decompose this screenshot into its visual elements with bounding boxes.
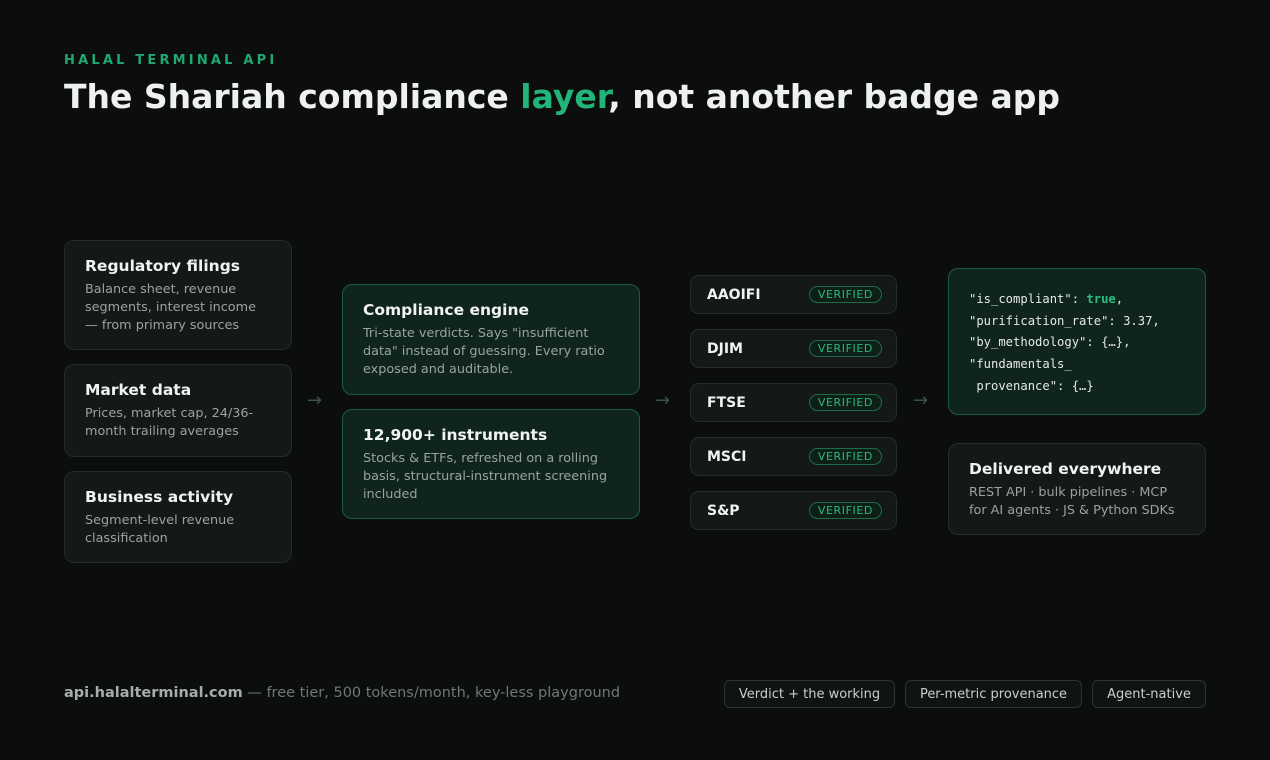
verified-badge: VERIFIED <box>808 286 882 303</box>
methodology-msci: MSCI VERIFIED <box>690 437 897 476</box>
engine-card-instruments: 12,900+ instruments Stocks & ETFs, refre… <box>342 409 640 519</box>
delivery-desc: REST API · bulk pipelines · MCP for AI a… <box>969 485 1175 518</box>
source-title: Regulatory filings <box>85 257 241 275</box>
source-desc: Prices, market cap, 24/36-month trailing… <box>85 406 254 439</box>
source-card-business-activity: Business activity Segment-level revenue … <box>64 471 292 563</box>
footer-tagline: — free tier, 500 tokens/month, key-less … <box>242 685 621 701</box>
footer-domain-link[interactable]: api.halalterminal.com <box>64 685 243 701</box>
methodology-name: MSCI <box>707 448 747 465</box>
pill-verdict: Verdict + the working <box>724 680 895 708</box>
code-line-2: "purification_rate": 3.37, <box>969 313 1160 328</box>
verified-badge: VERIFIED <box>808 448 882 465</box>
verified-badge: VERIFIED <box>808 340 882 357</box>
title-part-2: , not another badge app <box>608 77 1061 116</box>
source-card-market-data: Market data Prices, market cap, 24/36-mo… <box>64 364 292 457</box>
delivery-title: Delivered everywhere <box>969 460 1162 478</box>
engine-desc: Stocks & ETFs, refreshed on a rolling ba… <box>363 451 608 502</box>
engine-card-compliance-engine: Compliance engine Tri-state verdicts. Sa… <box>342 284 640 395</box>
arrow-icon: → <box>655 390 671 411</box>
methodology-name: FTSE <box>707 394 746 411</box>
code-line-1: "is_compliant": true, <box>969 292 1124 306</box>
source-title: Business activity <box>85 488 234 506</box>
verified-badge: VERIFIED <box>808 394 882 411</box>
source-desc: Balance sheet, revenue segments, interes… <box>85 282 256 333</box>
code-line-3: "by_methodology": {…}, <box>969 335 1131 350</box>
eyebrow-label: HALAL TERMINAL API <box>64 53 278 68</box>
source-card-regulatory-filings: Regulatory filings Balance sheet, revenu… <box>64 240 292 350</box>
engine-title: Compliance engine <box>363 301 529 319</box>
title-part-1: The Shariah compliance <box>64 77 521 116</box>
methodology-name: S&P <box>707 502 740 519</box>
page-title: The Shariah compliance layer, not anothe… <box>64 77 1060 116</box>
methodology-djim: DJIM VERIFIED <box>690 329 897 368</box>
engine-title: 12,900+ instruments <box>363 426 548 444</box>
methodology-aaoifi: AAOIFI VERIFIED <box>690 275 897 314</box>
methodology-name: AAOIFI <box>707 286 761 303</box>
methodology-name: DJIM <box>707 340 743 357</box>
source-title: Market data <box>85 381 192 399</box>
code-line-5: provenance": {…} <box>969 378 1094 393</box>
engine-desc: Tri-state verdicts. Says "insufficient d… <box>363 326 605 377</box>
title-accent: layer <box>520 77 609 116</box>
code-line-4: "fundamentals_ <box>969 357 1072 372</box>
delivery-card: Delivered everywhere REST API · bulk pip… <box>948 443 1206 535</box>
arrow-icon: → <box>307 390 323 411</box>
source-desc: Segment-level revenue classification <box>85 513 235 546</box>
pill-agent-native: Agent-native <box>1092 680 1206 708</box>
verified-badge: VERIFIED <box>808 502 882 519</box>
json-response-card: "is_compliant": true, "purification_rate… <box>948 268 1206 415</box>
footer-text: api.halalterminal.com — free tier, 500 t… <box>64 685 620 701</box>
arrow-icon: → <box>913 390 929 411</box>
methodology-sp: S&P VERIFIED <box>690 491 897 530</box>
pill-provenance: Per-metric provenance <box>905 680 1082 708</box>
methodology-ftse: FTSE VERIFIED <box>690 383 897 422</box>
